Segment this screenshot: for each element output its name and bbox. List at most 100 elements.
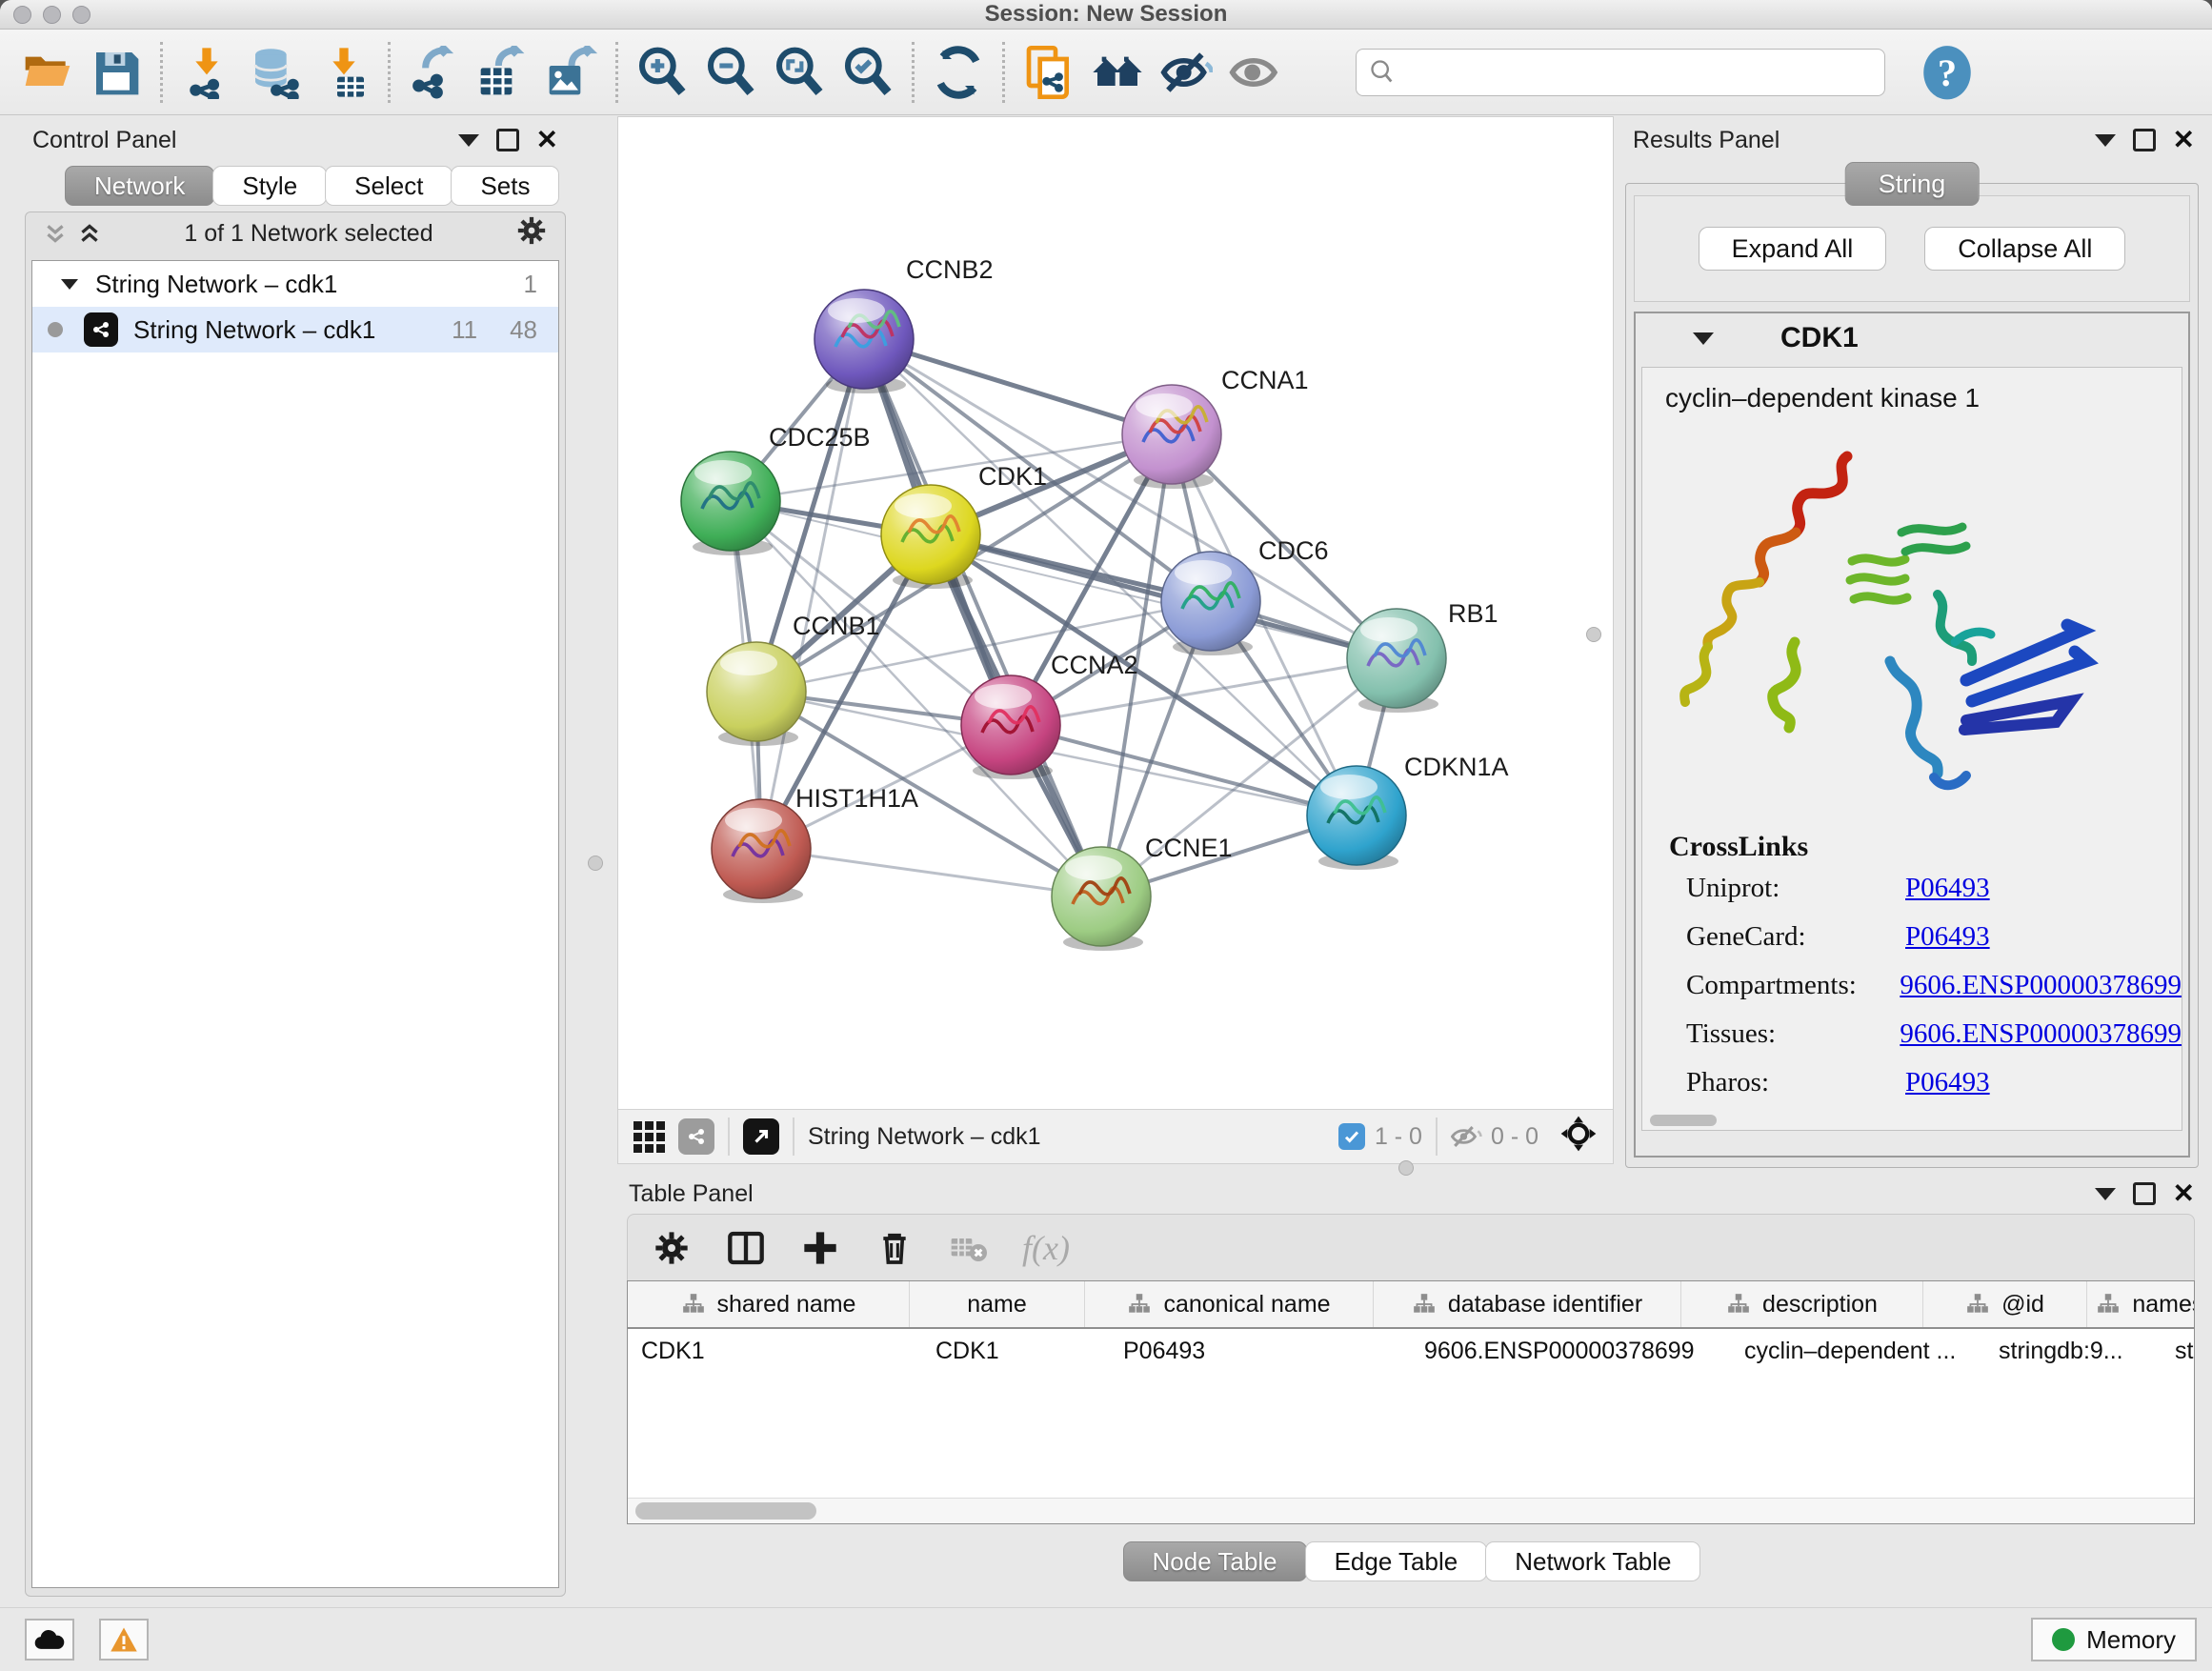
network-row[interactable]: String Network – cdk1 11 48	[32, 307, 558, 352]
refresh-button[interactable]	[924, 38, 993, 107]
crosslink-link[interactable]: 9606.ENSP00000378699	[1900, 970, 2182, 1001]
network-tab-content: 1 of 1 Network selected String Network –…	[25, 211, 566, 1597]
tab-edge-table[interactable]: Edge Table	[1305, 1541, 1488, 1581]
table-row[interactable]: CDK1CDK1P064939606.ENSP00000378699cyclin…	[628, 1329, 2194, 1373]
column-header-canonical-name[interactable]: canonical name	[1085, 1281, 1374, 1327]
table-hscrollbar[interactable]	[628, 1498, 2194, 1523]
open-file-button[interactable]	[13, 38, 82, 107]
hide-selected-button[interactable]	[1152, 38, 1220, 107]
import-table-button[interactable]	[310, 38, 378, 107]
delete-column-button[interactable]	[874, 1227, 915, 1269]
add-column-button[interactable]	[799, 1227, 841, 1269]
float-panel-icon[interactable]	[496, 129, 519, 151]
collection-expand-icon[interactable]	[61, 279, 78, 290]
table-cell[interactable]: CDK1	[628, 1329, 922, 1373]
selected-checkbox[interactable]	[1338, 1123, 1365, 1150]
table-cell[interactable]: stringdb	[2162, 1329, 2195, 1373]
column-header-namespace[interactable]: namespace	[2087, 1281, 2195, 1327]
tab-network-table[interactable]: Network Table	[1485, 1541, 1700, 1581]
table-cell[interactable]: P06493	[1110, 1329, 1411, 1373]
table-cell[interactable]: CDK1	[922, 1329, 1110, 1373]
crosslink-link[interactable]: P06493	[1905, 921, 1990, 953]
export-image-button[interactable]	[537, 38, 606, 107]
column-tree-icon	[1726, 1293, 1751, 1316]
network-status-dot	[48, 322, 63, 337]
network-canvas[interactable]: CCNB2CCNA1CDC25BCDK1CDC6RB1CCNB1CCNA2CDK…	[618, 117, 1611, 1108]
collapse-all-button[interactable]: Collapse All	[1924, 227, 2125, 271]
expand-all-button[interactable]: Expand All	[1699, 227, 1887, 271]
show-columns-button[interactable]	[725, 1227, 767, 1269]
open-in-browser-icon[interactable]	[743, 1118, 779, 1155]
network-node-CDKN1A[interactable]: CDKN1A	[1307, 753, 1509, 870]
home-networks-button[interactable]	[1083, 38, 1152, 107]
splitter-grip[interactable]	[1586, 627, 1601, 642]
node-label-CDC25B: CDC25B	[769, 423, 871, 452]
close-panel-icon[interactable]: ✕	[2173, 131, 2195, 150]
table-cell[interactable]: cyclin–dependent ...	[1731, 1329, 1985, 1373]
gene-collapse-icon[interactable]	[1693, 332, 1714, 345]
string-results-tab[interactable]: String	[1845, 162, 1980, 206]
network-share-icon[interactable]	[678, 1118, 714, 1155]
column-header-label: namespace	[2132, 1291, 2195, 1319]
table-cell[interactable]: stringdb:9...	[1985, 1329, 2162, 1373]
crosslink-link[interactable]: 9606.ENSP00000378699	[1900, 1018, 2182, 1050]
node-table: shared namenamecanonical namedatabase id…	[627, 1280, 2195, 1524]
column-header--id[interactable]: @id	[1923, 1281, 2087, 1327]
column-header-description[interactable]: description	[1681, 1281, 1923, 1327]
export-network-button[interactable]	[400, 38, 469, 107]
grid-view-icon[interactable]	[633, 1121, 665, 1153]
float-panel-icon[interactable]	[2133, 1182, 2156, 1205]
panel-menu-icon[interactable]	[2095, 1188, 2116, 1200]
crosslink-link[interactable]: P06493	[1905, 873, 1990, 904]
panel-menu-icon[interactable]	[2095, 134, 2116, 147]
network-edge-CCNB2-CCNE1[interactable]	[864, 339, 1101, 896]
save-session-button[interactable]	[82, 38, 151, 107]
column-header-shared-name[interactable]: shared name	[628, 1281, 910, 1327]
column-header-name[interactable]: name	[910, 1281, 1085, 1327]
network-node-CDC6[interactable]: CDC6	[1161, 536, 1329, 655]
tab-select[interactable]: Select	[325, 166, 452, 206]
crosslink-label: Pharos:	[1669, 1067, 1905, 1098]
zoom-fit-button[interactable]	[765, 38, 834, 107]
close-panel-icon[interactable]: ✕	[536, 131, 558, 150]
memory-button[interactable]: Memory	[2031, 1618, 2197, 1661]
tab-sets[interactable]: Sets	[451, 166, 559, 206]
collapse-all-networks-icon[interactable]	[43, 221, 68, 246]
network-node-CCNA1[interactable]: CCNA1	[1122, 366, 1309, 489]
expand-all-networks-icon[interactable]	[77, 221, 102, 246]
column-header-database-identifier[interactable]: database identifier	[1374, 1281, 1681, 1327]
search-input[interactable]	[1356, 49, 1885, 96]
crosslink-link[interactable]: P06493	[1905, 1067, 1990, 1098]
panel-menu-icon[interactable]	[458, 134, 479, 147]
zoom-in-button[interactable]	[628, 38, 696, 107]
fit-selected-crosshair-icon[interactable]	[1559, 1115, 1598, 1159]
zoom-selected-button[interactable]	[834, 38, 902, 107]
function-builder-icon[interactable]: f(x)	[1022, 1228, 1070, 1268]
zoom-out-button[interactable]	[696, 38, 765, 107]
network-node-RB1[interactable]: RB1	[1347, 599, 1498, 713]
network-collection-row[interactable]: String Network – cdk1 1	[32, 261, 558, 307]
tab-node-table[interactable]: Node Table	[1123, 1541, 1307, 1581]
table-hscrollbar-thumb[interactable]	[635, 1502, 816, 1520]
close-panel-icon[interactable]: ✕	[2173, 1184, 2195, 1203]
splitter-grip[interactable]	[588, 856, 603, 871]
duplicate-network-button[interactable]	[1015, 38, 1083, 107]
network-node-HIST1H1A[interactable]: HIST1H1A	[712, 784, 918, 903]
network-edge-HIST1H1A-CCNE1[interactable]	[761, 849, 1101, 896]
cloud-status-button[interactable]	[25, 1619, 74, 1661]
tab-style[interactable]: Style	[212, 166, 327, 206]
table-options-gear-button[interactable]	[651, 1227, 693, 1269]
tab-network[interactable]: Network	[65, 166, 214, 206]
float-panel-icon[interactable]	[2133, 129, 2156, 151]
import-network-button[interactable]	[172, 38, 241, 107]
table-cell[interactable]: 9606.ENSP00000378699	[1411, 1329, 1731, 1373]
results-hscrollbar-thumb[interactable]	[1650, 1115, 1717, 1126]
delete-table-button[interactable]	[948, 1227, 990, 1269]
network-options-gear-icon[interactable]	[515, 214, 548, 253]
help-button[interactable]: ?	[1921, 45, 1973, 100]
import-network-from-database-button[interactable]	[241, 38, 310, 107]
show-all-button[interactable]	[1220, 38, 1289, 107]
warnings-button[interactable]	[99, 1619, 149, 1661]
export-table-button[interactable]	[469, 38, 537, 107]
control-panel-title: Control Panel	[32, 127, 176, 154]
